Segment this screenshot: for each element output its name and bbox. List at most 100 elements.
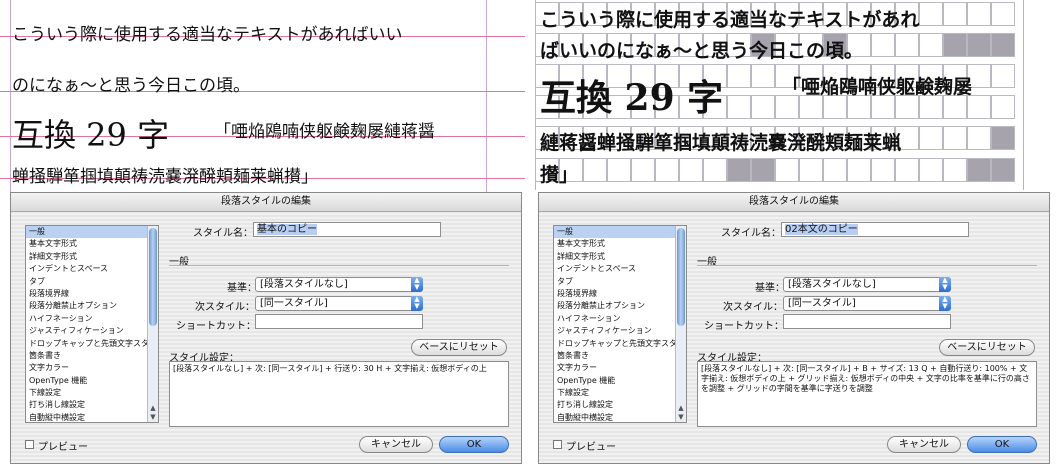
- layout-grid-cell: [919, 33, 943, 57]
- next-style-value: [同一スタイル]: [260, 298, 328, 309]
- list-item[interactable]: 文字カラー: [26, 362, 158, 374]
- list-item[interactable]: ジャスティフィケーション: [554, 325, 686, 337]
- popup-arrows-icon: ▲ ▼: [939, 277, 951, 292]
- next-style-label: 次スタイル：: [723, 302, 783, 313]
- preview-label[interactable]: プレビュー: [38, 438, 88, 453]
- list-item[interactable]: 箇条書き: [554, 350, 686, 362]
- preview-label[interactable]: プレビュー: [566, 438, 616, 453]
- list-item[interactable]: インデントとスペース: [26, 263, 158, 275]
- list-item[interactable]: 段落分離禁止オプション: [26, 300, 158, 312]
- checkbox-icon[interactable]: [25, 440, 34, 449]
- list-item[interactable]: ジャスティフィケーション: [26, 325, 158, 337]
- list-item[interactable]: 下線設定: [554, 387, 686, 399]
- layout-grid-cell: [991, 2, 1015, 26]
- scrollbar[interactable]: ▲ ▼: [675, 226, 686, 422]
- based-on-label: 基準：: [227, 283, 257, 294]
- layout-grid-cell: [919, 158, 943, 182]
- shortcut-input[interactable]: [783, 314, 951, 329]
- layout-grid-cell: [943, 158, 967, 182]
- list-item[interactable]: 箇条書き: [26, 350, 158, 362]
- list-item[interactable]: 打ち消し線設定: [554, 399, 686, 411]
- sample-line-4: 縺蒋醤蝉掻騨箪掴填顛祷涜嚢溌醗頬麺莱蝋: [540, 132, 902, 154]
- layout-grid-cell: [703, 158, 727, 182]
- list-item[interactable]: 一般: [26, 226, 158, 239]
- list-item[interactable]: OpenType 機能: [26, 375, 158, 387]
- style-settings-text: [段落スタイルなし] + 次: [同一スタイル] + B + サイズ: 13 Q…: [697, 361, 1037, 427]
- list-item[interactable]: 下線設定: [26, 387, 158, 399]
- list-item[interactable]: 一般: [554, 226, 686, 239]
- list-item[interactable]: 詳細文字形式: [554, 251, 686, 263]
- layout-grid-cell: [823, 158, 847, 182]
- ok-button[interactable]: OK: [439, 436, 509, 453]
- list-item[interactable]: ハイフネーション: [26, 313, 158, 325]
- scrollbar[interactable]: ▲ ▼: [147, 226, 158, 422]
- paragraph-style-dialog: 段落スタイルの編集 一般 基本文字形式 詳細文字形式 インデントとスペース タブ 段落境界…: [10, 192, 522, 464]
- text-frame-right: [1023, 0, 1024, 190]
- list-item[interactable]: タブ: [26, 276, 158, 288]
- checkbox-icon[interactable]: [553, 440, 562, 449]
- list-item[interactable]: 段落境界線: [26, 288, 158, 300]
- reset-to-base-button[interactable]: ベースにリセット: [411, 339, 507, 356]
- list-item[interactable]: 段落境界線: [554, 288, 686, 300]
- layout-grid-cell: [727, 64, 751, 88]
- list-item[interactable]: 詳細文字形式: [26, 251, 158, 263]
- based-on-select[interactable]: [段落スタイルなし] ▲ ▼: [255, 277, 423, 292]
- text-sample-baseline: こういう際に使用する適当なテキストがあればいい のになぁ～と思う今日この頃。 互…: [0, 0, 525, 200]
- scrollbar-thumb[interactable]: [149, 228, 157, 326]
- list-item[interactable]: ハイフネーション: [554, 313, 686, 325]
- sample-large-text: 互換 29 字: [540, 77, 724, 119]
- style-name-input[interactable]: 基本のコピー: [253, 222, 441, 237]
- scroll-arrow-up-icon[interactable]: ▲: [149, 404, 157, 412]
- next-style-select[interactable]: [同一スタイル] ▲ ▼: [255, 296, 423, 311]
- layout-grid-cell: [631, 158, 655, 182]
- list-item[interactable]: OpenType 機能: [554, 375, 686, 387]
- paragraph-style-dialog: 段落スタイルの編集 一般 基本文字形式 詳細文字形式 インデントとスペース タブ 段落境界…: [538, 192, 1050, 464]
- style-name-input[interactable]: 02本文のコピー: [781, 222, 969, 237]
- cancel-button[interactable]: キャンセル: [359, 436, 433, 453]
- list-item[interactable]: 打ち消し線設定: [26, 399, 158, 411]
- list-item[interactable]: ドロップキャップと先頭文字スタイル: [26, 338, 158, 350]
- list-item[interactable]: 基本文字形式: [26, 238, 158, 250]
- scrollbar-thumb[interactable]: [677, 228, 685, 326]
- layout-grid-cell: [727, 95, 751, 119]
- based-on-select[interactable]: [段落スタイルなし] ▲ ▼: [783, 277, 951, 292]
- list-item[interactable]: 段落分離禁止オプション: [554, 300, 686, 312]
- layout-grid-cell: [751, 64, 775, 88]
- style-name-label: スタイル名：: [193, 228, 253, 239]
- list-item[interactable]: 自動縦中横設定: [554, 412, 686, 422]
- list-item[interactable]: 文字カラー: [554, 362, 686, 374]
- next-style-select[interactable]: [同一スタイル] ▲ ▼: [783, 296, 951, 311]
- list-item[interactable]: ドロップキャップと先頭文字スタイル: [554, 338, 686, 350]
- scroll-arrow-down-icon[interactable]: ▼: [677, 413, 685, 421]
- scroll-arrow-up-icon[interactable]: ▲: [677, 404, 685, 412]
- layout-grid-cell: [967, 33, 991, 57]
- dialog-title: 段落スタイルの編集: [539, 193, 1049, 212]
- layout-grid-row: [535, 158, 1015, 182]
- layout-grid-cell: [943, 2, 967, 26]
- layout-grid-cell: [895, 158, 919, 182]
- layout-grid-cell: [991, 126, 1015, 150]
- list-item[interactable]: 基本文字形式: [554, 238, 686, 250]
- sample-line-3-tail: 「唖焔鴎喃侠躯鹸麹屡: [782, 76, 973, 98]
- layout-grid-cell: [607, 158, 631, 182]
- style-name-value: 02本文のコピー: [785, 224, 858, 235]
- sample-large-text: 互換 29 字: [12, 116, 170, 154]
- category-list[interactable]: 一般 基本文字形式 詳細文字形式 インデントとスペース タブ 段落境界線 段落分離禁止オプシ…: [553, 225, 687, 423]
- cancel-button[interactable]: キャンセル: [887, 436, 961, 453]
- layout-grid-cell: [967, 2, 991, 26]
- layout-grid-cell: [799, 158, 823, 182]
- layout-grid-cell: [991, 64, 1015, 88]
- dialog-title: 段落スタイルの編集: [11, 193, 521, 212]
- scroll-arrow-down-icon[interactable]: ▼: [149, 413, 157, 421]
- layout-grid-cell: [895, 33, 919, 57]
- list-item[interactable]: インデントとスペース: [554, 263, 686, 275]
- ok-button[interactable]: OK: [967, 436, 1037, 453]
- list-item[interactable]: 自動縦中横設定: [26, 412, 158, 422]
- layout-grid-cell: [655, 158, 679, 182]
- reset-to-base-button[interactable]: ベースにリセット: [939, 339, 1035, 356]
- layout-grid-cell: [847, 158, 871, 182]
- list-item[interactable]: タブ: [554, 276, 686, 288]
- popup-arrows-icon: ▲ ▼: [939, 296, 951, 311]
- category-list[interactable]: 一般 基本文字形式 詳細文字形式 インデントとスペース タブ 段落境界線 段落分離禁止オプシ…: [25, 225, 159, 423]
- shortcut-input[interactable]: [255, 314, 423, 329]
